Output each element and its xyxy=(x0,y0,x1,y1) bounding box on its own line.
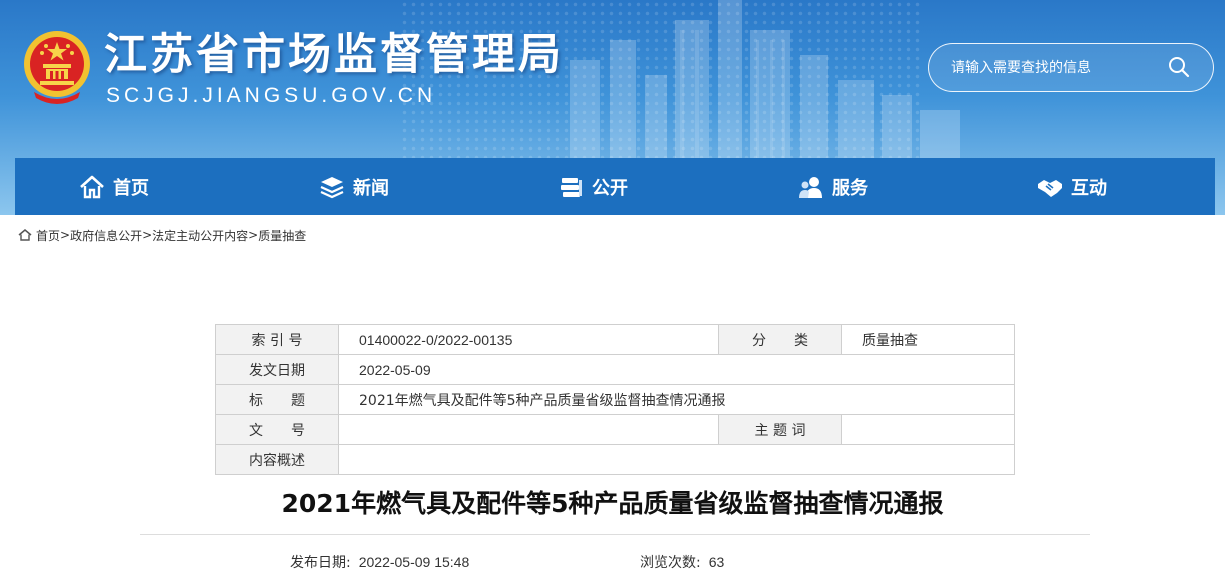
breadcrumb-separator: > xyxy=(142,228,153,242)
nav-item-home[interactable]: 首页 xyxy=(79,158,149,215)
nav-label: 互动 xyxy=(1071,177,1107,199)
breadcrumb-separator: > xyxy=(60,228,71,242)
users-icon xyxy=(799,176,822,198)
category-label: 分 类 xyxy=(718,324,842,355)
nav-label: 新闻 xyxy=(353,177,389,199)
document-meta-table: 索 引 号 01400022-0/2022-00135 分 类 质量抽查 发文日… xyxy=(215,324,1015,475)
view-count: 浏览次数: 63 xyxy=(640,552,724,572)
summary-label: 内容概述 xyxy=(215,444,339,475)
article-title: 2021年燃气具及配件等5种产品质量省级监督抽查情况通报 xyxy=(281,489,944,518)
home-icon xyxy=(80,175,104,198)
view-count-label: 浏览次数: xyxy=(640,555,701,571)
title-divider xyxy=(140,534,1090,535)
nav-label: 首页 xyxy=(113,177,149,199)
breadcrumb-link-home[interactable]: 首页 xyxy=(36,227,60,244)
title-label: 标 题 xyxy=(215,384,339,415)
issue-date-value: 2022-05-09 xyxy=(338,354,1015,385)
nav-item-news[interactable]: 新闻 xyxy=(319,158,389,215)
publish-date-label: 发布日期: xyxy=(290,555,351,571)
view-count-value: 63 xyxy=(708,554,725,570)
index-number-label: 索 引 号 xyxy=(215,324,339,355)
breadcrumb-link-quality-check[interactable]: 质量抽查 xyxy=(258,227,306,244)
breadcrumb-link-statutory[interactable]: 法定主动公开内容 xyxy=(152,227,248,244)
home-icon xyxy=(18,229,32,241)
breadcrumb-separator: > xyxy=(248,228,259,242)
table-row: 内容概述 xyxy=(215,444,1015,475)
table-row: 发文日期 2022-05-09 xyxy=(215,354,1015,385)
breadcrumb-link-gov-info[interactable]: 政府信息公开 xyxy=(70,227,142,244)
site-title: 江苏省市场监督管理局 xyxy=(104,30,564,80)
table-row: 文 号 主 题 词 xyxy=(215,414,1015,445)
index-number-value: 01400022-0/2022-00135 xyxy=(338,324,719,355)
handshake-icon xyxy=(1038,179,1062,197)
nav-item-service[interactable]: 服务 xyxy=(798,158,868,215)
title-value: 2021年燃气具及配件等5种产品质量省级监督抽查情况通报 xyxy=(338,384,1015,415)
layers-icon xyxy=(320,176,344,198)
nav-label: 公开 xyxy=(592,177,628,199)
publish-date: 发布日期: 2022-05-09 15:48 xyxy=(290,552,469,572)
search-input[interactable] xyxy=(951,56,1161,80)
breadcrumb: 首页 > 政府信息公开 > 法定主动公开内容 > 质量抽查 xyxy=(18,225,306,245)
national-emblem-logo xyxy=(24,31,90,104)
doc-number-value xyxy=(338,414,719,445)
city-skyline-decoration xyxy=(570,0,960,160)
nav-label: 服务 xyxy=(832,177,868,199)
publish-date-value: 2022-05-09 15:48 xyxy=(358,554,470,570)
nav-item-interaction[interactable]: 互动 xyxy=(1037,158,1107,215)
summary-value xyxy=(338,444,1015,475)
search-icon[interactable] xyxy=(1168,56,1190,78)
issue-date-label: 发文日期 xyxy=(215,354,339,385)
subject-words-value xyxy=(841,414,1015,445)
books-icon xyxy=(561,177,582,197)
site-domain: SCJGJ.JIANGSU.GOV.CN xyxy=(106,84,437,107)
main-nav: 首页 新闻 公开 服务 互动 xyxy=(15,158,1215,215)
table-row: 标 题 2021年燃气具及配件等5种产品质量省级监督抽查情况通报 xyxy=(215,384,1015,415)
table-row: 索 引 号 01400022-0/2022-00135 分 类 质量抽查 xyxy=(215,324,1015,355)
category-value: 质量抽查 xyxy=(841,324,1015,355)
subject-words-label: 主 题 词 xyxy=(718,414,842,445)
doc-number-label: 文 号 xyxy=(215,414,339,445)
nav-item-public[interactable]: 公开 xyxy=(558,158,628,215)
